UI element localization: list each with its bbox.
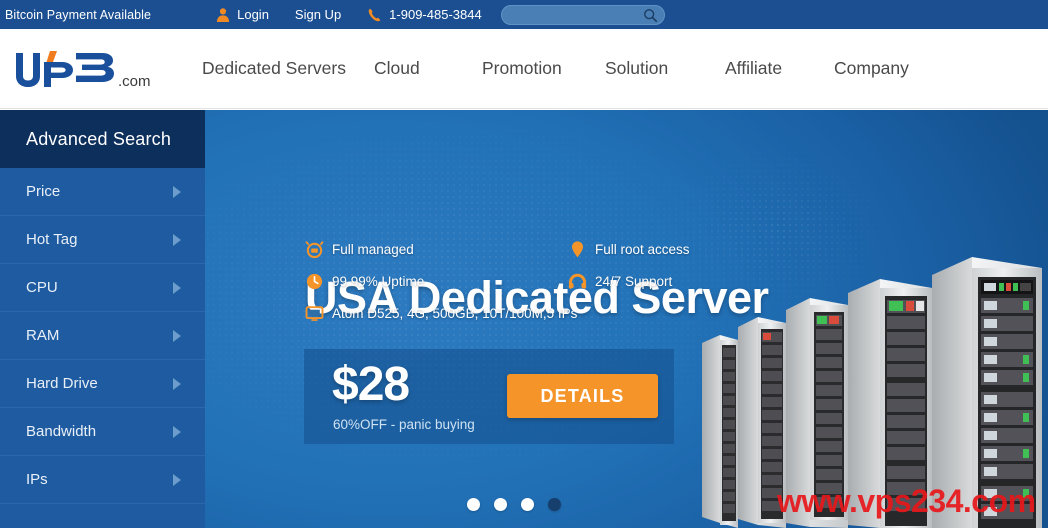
sidebar-item-label: Hard Drive <box>26 375 98 392</box>
feature-uptime: 99.99% Uptime <box>305 272 568 291</box>
chevron-right-icon <box>173 329 181 342</box>
sidebar-item-hot-tag[interactable]: Hot Tag <box>0 216 205 264</box>
shield-icon <box>571 241 584 258</box>
sidebar-item-ram[interactable]: RAM <box>0 312 205 360</box>
search-box[interactable] <box>500 4 665 25</box>
site-header: .com Dedicated Servers Cloud Promotion S… <box>0 29 1048 109</box>
alarm-clock-icon <box>305 241 324 259</box>
sidebar-item-label: Bandwidth <box>26 423 97 440</box>
advanced-search-sidebar: Advanced Search Price Hot Tag CPU RAM Ha… <box>0 110 205 528</box>
price-note: 60%OFF - panic buying <box>333 417 475 432</box>
feature-label: 24/7 Support <box>595 274 673 289</box>
price-panel: $28 60%OFF - panic buying DETAILS <box>304 349 674 444</box>
carousel-dot-1[interactable] <box>467 498 480 511</box>
sidebar-item-hard-drive[interactable]: Hard Drive <box>0 360 205 408</box>
price-amount: $28 <box>332 358 410 411</box>
feature-label: Full managed <box>332 242 414 257</box>
phone-number: 1-909-485-3844 <box>389 7 482 22</box>
login-label: Login <box>237 7 269 22</box>
nav-item-promotion[interactable]: Promotion <box>482 52 605 85</box>
chevron-right-icon <box>173 185 181 198</box>
sidebar-item-cpu[interactable]: CPU <box>0 264 205 312</box>
carousel-dot-3[interactable] <box>521 498 534 511</box>
details-button[interactable]: DETAILS <box>507 374 658 418</box>
feature-full-managed: Full managed <box>305 240 568 259</box>
sidebar-title: Advanced Search <box>0 110 205 168</box>
nav-item-dedicated-servers[interactable]: Dedicated Servers <box>202 52 374 85</box>
feature-row: Atom D525, 4G, 500GB, 10T/100M,5 IPs <box>305 304 755 323</box>
clock-icon <box>306 273 323 290</box>
nav-item-affiliate[interactable]: Affiliate <box>725 52 834 85</box>
site-watermark: www.vps234.com <box>777 483 1036 519</box>
signup-link[interactable]: Sign Up <box>295 7 341 22</box>
site-logo[interactable]: .com <box>10 45 180 93</box>
feature-row: 99.99% Uptime 24/7 Support <box>305 272 755 291</box>
chevron-right-icon <box>173 233 181 246</box>
feature-row: Full managed Full root access <box>305 240 755 259</box>
feature-spec: Atom D525, 4G, 500GB, 10T/100M,5 IPs <box>305 304 577 323</box>
top-utility-bar: Bitcoin Payment Available Login Sign Up … <box>0 0 1048 29</box>
sidebar-item-label: IPs <box>26 471 48 488</box>
search-input[interactable] <box>501 5 642 24</box>
top-bar-actions: Login Sign Up 1-909-485-3844 <box>215 4 665 25</box>
sidebar-item-label: RAM <box>26 327 60 344</box>
carousel-dot-4-active[interactable] <box>548 498 561 511</box>
monitor-icon <box>305 306 324 321</box>
feature-label: Atom D525, 4G, 500GB, 10T/100M,5 IPs <box>332 306 578 321</box>
nav-item-solution[interactable]: Solution <box>605 52 725 85</box>
server-rack-1 <box>702 335 738 528</box>
nav-item-cloud[interactable]: Cloud <box>374 52 482 85</box>
main-nav: Dedicated Servers Cloud Promotion Soluti… <box>202 52 909 85</box>
headset-icon <box>568 273 587 289</box>
carousel-pagination <box>467 498 575 511</box>
feature-label: 99.99% Uptime <box>332 274 425 289</box>
feature-full-root-access: Full root access <box>568 240 690 259</box>
phone-icon <box>368 8 381 21</box>
nav-item-company[interactable]: Company <box>834 52 909 85</box>
signup-label: Sign Up <box>294 7 342 22</box>
feature-label: Full root access <box>595 242 690 257</box>
vpb-logo-icon: .com <box>16 50 151 90</box>
sidebar-item-label: Hot Tag <box>26 231 78 248</box>
sidebar-item-label: CPU <box>26 279 58 296</box>
carousel-dot-2[interactable] <box>494 498 507 511</box>
feature-support: 24/7 Support <box>568 272 672 291</box>
hero-feature-list: Full managed Full root access 99.99% Upt… <box>305 240 755 336</box>
user-icon <box>217 7 230 22</box>
chevron-right-icon <box>173 473 181 486</box>
svg-text:.com: .com <box>118 73 151 90</box>
sidebar-item-bandwidth[interactable]: Bandwidth <box>0 408 205 456</box>
sidebar-item-label: Price <box>26 183 61 200</box>
login-link[interactable]: Login <box>215 7 269 23</box>
phone-contact[interactable]: 1-909-485-3844 <box>367 7 482 23</box>
chevron-right-icon <box>173 425 181 438</box>
sidebar-item-ips[interactable]: IPs <box>0 456 205 504</box>
sidebar-item-price[interactable]: Price <box>0 168 205 216</box>
chevron-right-icon <box>173 281 181 294</box>
chevron-right-icon <box>173 377 181 390</box>
search-icon[interactable] <box>643 8 658 23</box>
bitcoin-promo-text: Bitcoin Payment Available <box>5 7 152 22</box>
page-root: Bitcoin Payment Available Login Sign Up … <box>0 0 1048 528</box>
